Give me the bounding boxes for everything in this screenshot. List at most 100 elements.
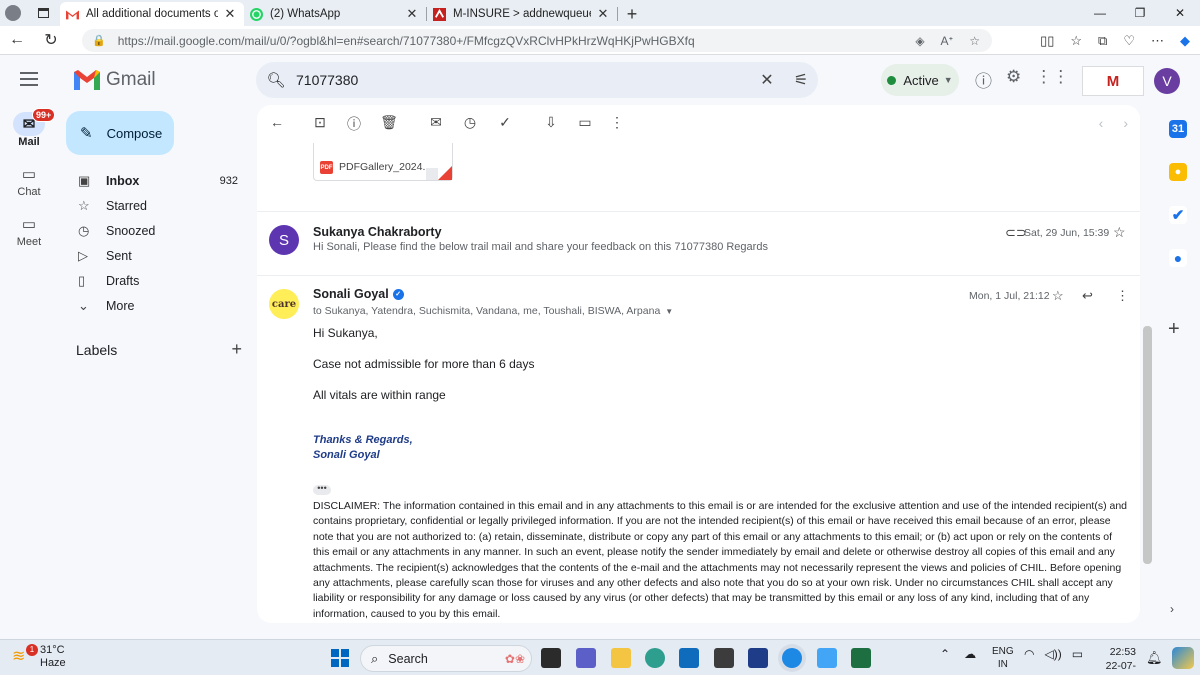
nav-item-snoozed[interactable]: ◷ Snoozed: [66, 218, 248, 243]
favorite-star-icon[interactable]: ☆: [969, 34, 980, 48]
minimize-icon[interactable]: —: [1080, 0, 1120, 26]
report-spam-icon[interactable]: ⓘ: [344, 114, 364, 134]
teams-icon[interactable]: [576, 648, 596, 668]
nav-item-starred[interactable]: ☆ Starred: [66, 193, 248, 218]
add-label-icon[interactable]: +: [231, 339, 242, 360]
battery-icon[interactable]: ▭: [1072, 647, 1083, 661]
archive-icon[interactable]: ⊡: [310, 114, 330, 131]
edge-icon[interactable]: [782, 648, 802, 668]
weather-widget[interactable]: ≋ 1 31°C Haze: [12, 644, 66, 670]
start-button[interactable]: [331, 649, 349, 667]
read-aloud-icon[interactable]: Aᐩ: [941, 34, 954, 48]
mark-unread-icon[interactable]: ✉: [426, 114, 446, 131]
apps-grid-icon[interactable]: ⋮⋮: [1035, 67, 1069, 92]
excel-icon[interactable]: [851, 648, 871, 668]
thread-scrollbar[interactable]: [1143, 326, 1152, 564]
collections-icon[interactable]: ⧉: [1098, 33, 1107, 49]
split-screen-icon[interactable]: ▯▯: [1040, 33, 1054, 49]
tab-actions-icon[interactable]: [26, 0, 60, 26]
keep-icon[interactable]: ●: [1169, 163, 1187, 181]
search-icon[interactable]: 🔍︎: [256, 71, 296, 89]
collapsed-message[interactable]: S Sukanya Chakraborty Hi Sonali, Please …: [257, 215, 1140, 275]
newer-icon[interactable]: ‹: [1099, 115, 1104, 131]
recipients-line[interactable]: to Sukanya, Yatendra, Suchismita, Vandan…: [313, 305, 673, 317]
snooze-icon[interactable]: ◷: [460, 114, 480, 131]
attachment-card[interactable]: PDF PDFGallery_2024...: [313, 143, 453, 181]
site-info-icon[interactable]: 🔒: [92, 34, 106, 47]
close-tab-icon[interactable]: ✕: [404, 6, 420, 22]
star-icon[interactable]: ☆: [1052, 288, 1064, 304]
nav-item-inbox[interactable]: ▣ Inbox 932: [66, 168, 248, 193]
more-actions-icon[interactable]: ⋮: [607, 114, 627, 131]
gmail-logo[interactable]: Gmail: [74, 69, 156, 91]
back-icon[interactable]: ←: [0, 31, 34, 49]
tasks-icon[interactable]: ✔: [1169, 206, 1187, 224]
get-addons-icon[interactable]: +: [1168, 318, 1180, 341]
chevron-up-icon[interactable]: ⌃: [940, 647, 950, 661]
browser-tab-minsure[interactable]: M-INSURE > addnewqueue ✕: [427, 2, 617, 26]
notepad-icon[interactable]: [817, 648, 837, 668]
browser-tab-strip: All additional documents of Polic ✕ (2) …: [0, 0, 1200, 26]
url-field[interactable]: 🔒 https://mail.google.com/mail/u/0/?ogbl…: [82, 29, 992, 52]
notification-bell-icon[interactable]: 🔔︎: [1146, 650, 1163, 666]
move-to-icon[interactable]: ⇩: [541, 114, 561, 131]
onedrive-icon[interactable]: ☁: [964, 647, 976, 661]
help-icon[interactable]: ⓘ: [975, 67, 992, 92]
star-icon[interactable]: ☆: [1113, 224, 1126, 241]
new-tab-icon[interactable]: +: [618, 2, 646, 26]
org-logo[interactable]: M: [1082, 66, 1144, 96]
calendar-icon[interactable]: 31: [1169, 120, 1187, 138]
profile-icon[interactable]: [0, 0, 26, 26]
show-trimmed-content-button[interactable]: •••: [313, 484, 331, 495]
nav-item-sent[interactable]: ▷ Sent: [66, 243, 248, 268]
browser-tab-whatsapp[interactable]: (2) WhatsApp ✕: [244, 2, 426, 26]
compose-button[interactable]: ✎ Compose: [66, 111, 174, 155]
rail-item-meet[interactable]: ▭ Meet: [0, 205, 58, 255]
language-indicator[interactable]: ENG IN: [992, 645, 1014, 671]
copilot-icon[interactable]: ◆: [1180, 33, 1190, 49]
inbox-count: 932: [219, 174, 238, 187]
close-tab-icon[interactable]: ✕: [595, 6, 611, 22]
rail-item-chat[interactable]: ▭ Chat: [0, 155, 58, 205]
hide-panel-icon[interactable]: ›: [1170, 602, 1174, 616]
copilot-taskbar-icon[interactable]: [1172, 647, 1194, 669]
store-icon[interactable]: [679, 648, 699, 668]
more-options-icon[interactable]: ⋮: [1116, 288, 1129, 304]
refresh-icon[interactable]: ↻: [34, 30, 68, 50]
status-selector[interactable]: Active ▼: [881, 64, 959, 96]
nav-item-drafts[interactable]: ▯ Drafts: [66, 268, 248, 293]
wifi-icon[interactable]: ◠: [1024, 647, 1034, 661]
task-view-icon[interactable]: [541, 648, 561, 668]
search-options-icon[interactable]: ⚟: [784, 70, 818, 90]
more-browser-icon[interactable]: ⋯: [1151, 33, 1164, 49]
older-icon[interactable]: ›: [1123, 115, 1128, 131]
file-explorer-icon[interactable]: [611, 648, 631, 668]
performance-icon[interactable]: ♡: [1123, 33, 1135, 49]
label-icon[interactable]: ▭: [575, 114, 595, 131]
taskbar-search[interactable]: ⌕ Search ✿❀: [360, 645, 532, 672]
search-input[interactable]: [296, 72, 750, 88]
restore-icon[interactable]: ❐: [1120, 0, 1160, 26]
search-icon: ⌕: [371, 650, 379, 666]
back-to-list-icon[interactable]: ←: [267, 114, 287, 130]
browser-tab-gmail[interactable]: All additional documents of Polic ✕: [60, 2, 244, 26]
app-m-icon[interactable]: [748, 648, 768, 668]
account-avatar[interactable]: V: [1154, 68, 1180, 94]
gear-icon[interactable]: ⚙: [1006, 67, 1021, 92]
close-window-icon[interactable]: ✕: [1160, 0, 1200, 26]
edge-dev-icon[interactable]: [645, 648, 665, 668]
volume-icon[interactable]: ◁)): [1044, 647, 1061, 661]
nav-item-more[interactable]: ⌄ More: [66, 293, 248, 318]
favorites-icon[interactable]: ☆: [1070, 33, 1082, 49]
tracking-icon[interactable]: ◈: [915, 34, 924, 48]
clear-search-icon[interactable]: ✕: [750, 70, 784, 90]
delete-icon[interactable]: 🗑︎: [379, 114, 399, 131]
main-menu-icon[interactable]: [20, 72, 38, 86]
close-tab-icon[interactable]: ✕: [222, 6, 238, 22]
add-task-icon[interactable]: ✓: [495, 114, 515, 131]
contacts-icon[interactable]: ●: [1169, 249, 1187, 267]
reply-icon[interactable]: ↩: [1082, 288, 1093, 304]
clock[interactable]: 22:53 22-07-2024: [1086, 645, 1136, 675]
app-cube-icon[interactable]: [714, 648, 734, 668]
rail-item-mail[interactable]: ✉ 99+ Mail: [0, 105, 58, 155]
